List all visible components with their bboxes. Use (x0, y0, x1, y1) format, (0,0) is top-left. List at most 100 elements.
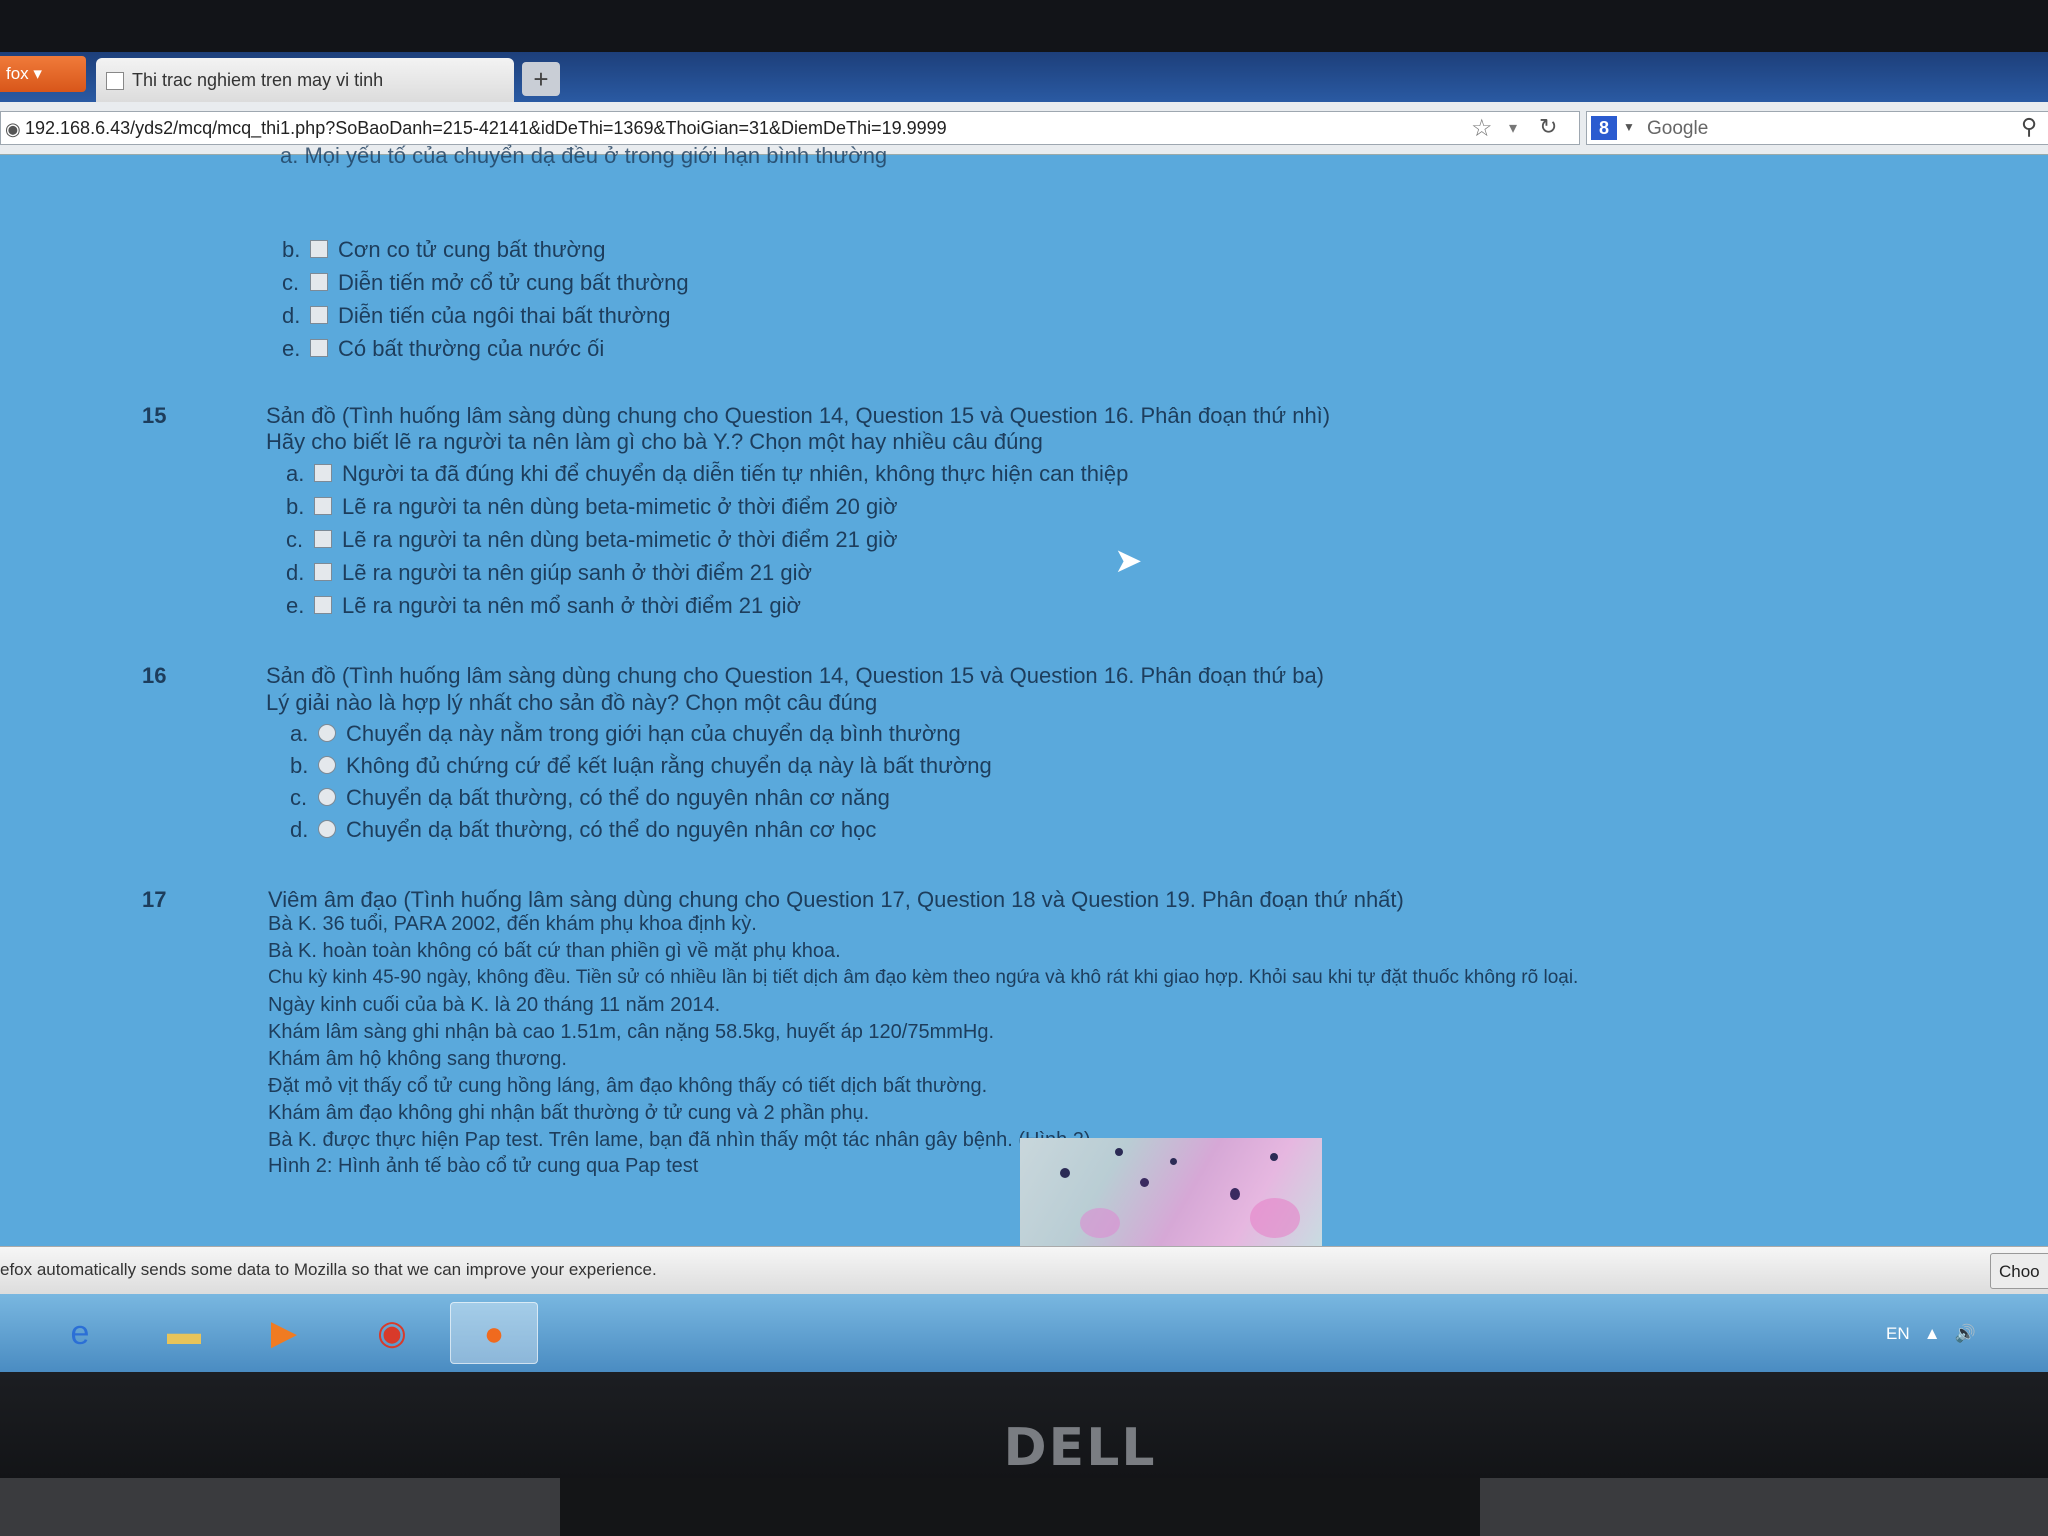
firefox-menu-button[interactable]: fox ▾ (0, 56, 86, 92)
media-player-icon[interactable]: ▶ (240, 1302, 328, 1364)
option-letter: d. (286, 560, 305, 585)
firefox-menu-label: fox (6, 64, 29, 83)
question-title: Sản đồ (Tình huống lâm sàng dùng chung c… (266, 663, 1325, 688)
address-bar[interactable]: ◉ 192.168.6.43/yds2/mcq/mcq_thi1.php?SoB… (0, 111, 1580, 145)
checkbox[interactable] (310, 339, 328, 357)
globe-icon: ◉ (5, 119, 21, 139)
language-indicator[interactable]: EN (1886, 1324, 1910, 1343)
option-q16-a[interactable]: a. Chuyển dạ này nằm trong giới hạn của c… (290, 721, 961, 747)
radio-button[interactable] (318, 756, 336, 774)
page-favicon-icon (106, 72, 124, 90)
checkbox[interactable] (314, 596, 332, 614)
option-letter: c. (282, 270, 300, 295)
exam-content: a. Mọi yếu tố của chuyển dạ đều ở trong … (0, 143, 2048, 1248)
radio-button[interactable] (318, 788, 336, 806)
cell-nucleus (1115, 1148, 1123, 1156)
checkbox[interactable] (314, 497, 332, 515)
cell-nucleus (1140, 1178, 1149, 1187)
folder-icon[interactable]: ▬ (140, 1302, 228, 1364)
cell-nucleus (1230, 1188, 1240, 1200)
ie-icon[interactable]: e (36, 1302, 124, 1364)
screen: fox ▾ Thi trac nghiem tren may vi tinh +… (0, 52, 2048, 1372)
checkbox[interactable] (314, 530, 332, 548)
tab-title: Thi trac nghiem tren may vi tinh (132, 70, 384, 90)
option-text: Lẽ ra người ta nên mổ sanh ở thời điểm 2… (342, 593, 801, 618)
monitor-bezel-top (0, 0, 2048, 52)
checkbox[interactable] (310, 273, 328, 291)
option-q15-d[interactable]: d. Lẽ ra người ta nên giúp sanh ở thời đi… (286, 560, 812, 586)
case-line: Hình 2: Hình ảnh tế bào cổ tử cung qua P… (268, 1155, 699, 1177)
tab-active[interactable]: Thi trac nghiem tren may vi tinh (96, 58, 514, 102)
cell-nucleus (1170, 1158, 1177, 1165)
checkbox[interactable] (314, 563, 332, 581)
option-letter: a. (290, 721, 309, 746)
search-engine-icon[interactable]: 8 (1591, 116, 1617, 140)
search-icon[interactable]: ⚲ (2021, 114, 2037, 140)
option-text: Có bất thường của nước ối (338, 336, 605, 361)
option-text: Không đủ chứng cứ để kết luận rằng chuyể… (346, 753, 992, 778)
notification-message: efox automatically sends some data to Mo… (0, 1260, 657, 1279)
search-engine-dropdown-icon[interactable]: ▼ (1623, 120, 1635, 134)
radio-button[interactable] (318, 820, 336, 838)
option-text: Diễn tiến của ngôi thai bất thường (338, 303, 671, 328)
option-q16-d[interactable]: d. Chuyển dạ bất thường, có thể do nguyên… (290, 817, 876, 843)
case-line: Đặt mỏ vịt thấy cổ tử cung hồng láng, âm… (268, 1075, 988, 1097)
option-q15-b[interactable]: b. Lẽ ra người ta nên dùng beta-mimetic ở… (286, 494, 898, 520)
volume-icon[interactable]: 🔊 (1955, 1324, 1976, 1343)
history-dropdown-icon[interactable]: ▾ (1509, 118, 1517, 138)
case-line: Chu kỳ kinh 45-90 ngày, không đều. Tiền … (268, 967, 1579, 988)
question-title: Sản đồ (Tình huống lâm sàng dùng chung c… (266, 403, 1331, 428)
cell-cytoplasm (1250, 1198, 1300, 1238)
system-tray: EN ▲ 🔊 (1886, 1324, 1976, 1344)
option-prev-b[interactable]: b. Cơn co tử cung bất thường (282, 237, 605, 263)
option-letter: b. (286, 494, 305, 519)
question-number: 15 (142, 403, 167, 428)
case-line: Bà K. được thực hiện Pap test. Trên lame… (268, 1129, 1091, 1151)
cell-cytoplasm (1080, 1208, 1120, 1238)
option-q16-b[interactable]: b. Không đủ chứng cứ để kết luận rằng chu… (290, 753, 992, 779)
option-q15-e[interactable]: e. Lẽ ra người ta nên mổ sanh ở thời điểm… (286, 593, 801, 619)
option-q15-c[interactable]: c. Lẽ ra người ta nên dùng beta-mimetic ở… (286, 527, 898, 553)
search-box[interactable]: 8 ▼ Google ⚲ (1586, 111, 2048, 145)
option-prev-e[interactable]: e. Có bất thường của nước ối (282, 336, 604, 362)
cell-nucleus (1060, 1168, 1070, 1178)
case-line: Ngày kinh cuối của bà K. là 20 tháng 11 … (268, 994, 721, 1016)
option-text: Lẽ ra người ta nên dùng beta-mimetic ở t… (342, 494, 898, 519)
option-text: Chuyển dạ này nằm trong giới hạn của chu… (346, 721, 961, 746)
option-text: Lẽ ra người ta nên dùng beta-mimetic ở t… (342, 527, 898, 552)
checkbox[interactable] (310, 306, 328, 324)
choose-button[interactable]: Choo (1990, 1253, 2048, 1289)
radio-button[interactable] (318, 724, 336, 742)
case-line: Bà K. hoàn toàn không có bất cứ than phi… (268, 940, 841, 962)
notification-bar: efox automatically sends some data to Mo… (0, 1246, 2048, 1295)
option-prev-c[interactable]: c. Diễn tiến mở cổ tử cung bất thường (282, 270, 689, 296)
checkbox[interactable] (310, 240, 328, 258)
new-tab-button[interactable]: + (522, 62, 560, 96)
chrome-icon[interactable]: ◉ (348, 1302, 436, 1364)
taskbar: e ▬ ▶ ◉ ● EN ▲ 🔊 (0, 1294, 2048, 1372)
case-line: Khám lâm sàng ghi nhận bà cao 1.51m, cân… (268, 1021, 995, 1043)
option-text: Lẽ ra người ta nên giúp sanh ở thời điểm… (342, 560, 812, 585)
case-line: Khám âm hộ không sang thương. (268, 1048, 567, 1070)
option-q16-c[interactable]: c. Chuyển dạ bất thường, có thể do nguyên… (290, 785, 890, 811)
option-letter: d. (282, 303, 301, 328)
option-letter: d. (290, 817, 309, 842)
cell-nucleus (1270, 1153, 1278, 1161)
pap-test-image (1020, 1138, 1322, 1248)
address-url[interactable]: 192.168.6.43/yds2/mcq/mcq_thi1.php?SoBao… (25, 118, 947, 139)
option-q15-a[interactable]: a. Người ta đã đúng khi để chuyển dạ diễn… (286, 461, 1128, 487)
search-placeholder[interactable]: Google (1647, 118, 1708, 140)
option-text: Chuyển dạ bất thường, có thể do nguyên n… (346, 785, 890, 810)
checkbox[interactable] (314, 464, 332, 482)
bookmark-star-icon[interactable]: ☆ (1471, 114, 1493, 143)
option-letter: a. (286, 461, 305, 486)
tray-expand-icon[interactable]: ▲ (1914, 1324, 1950, 1343)
case-line: Bà K. 36 tuổi, PARA 2002, đến khám phụ k… (268, 913, 757, 935)
option-text: Người ta đã đúng khi để chuyển dạ diễn t… (342, 461, 1129, 486)
reload-icon[interactable]: ↻ (1539, 114, 1557, 140)
option-prev-d[interactable]: d. Diễn tiến của ngôi thai bất thường (282, 303, 670, 329)
option-letter: b. (282, 237, 301, 262)
firefox-icon[interactable]: ● (450, 1302, 538, 1364)
option-text: Diễn tiến mở cổ tử cung bất thường (338, 270, 689, 295)
question-title: Viêm âm đạo (Tình huống lâm sàng dùng ch… (268, 887, 1404, 912)
